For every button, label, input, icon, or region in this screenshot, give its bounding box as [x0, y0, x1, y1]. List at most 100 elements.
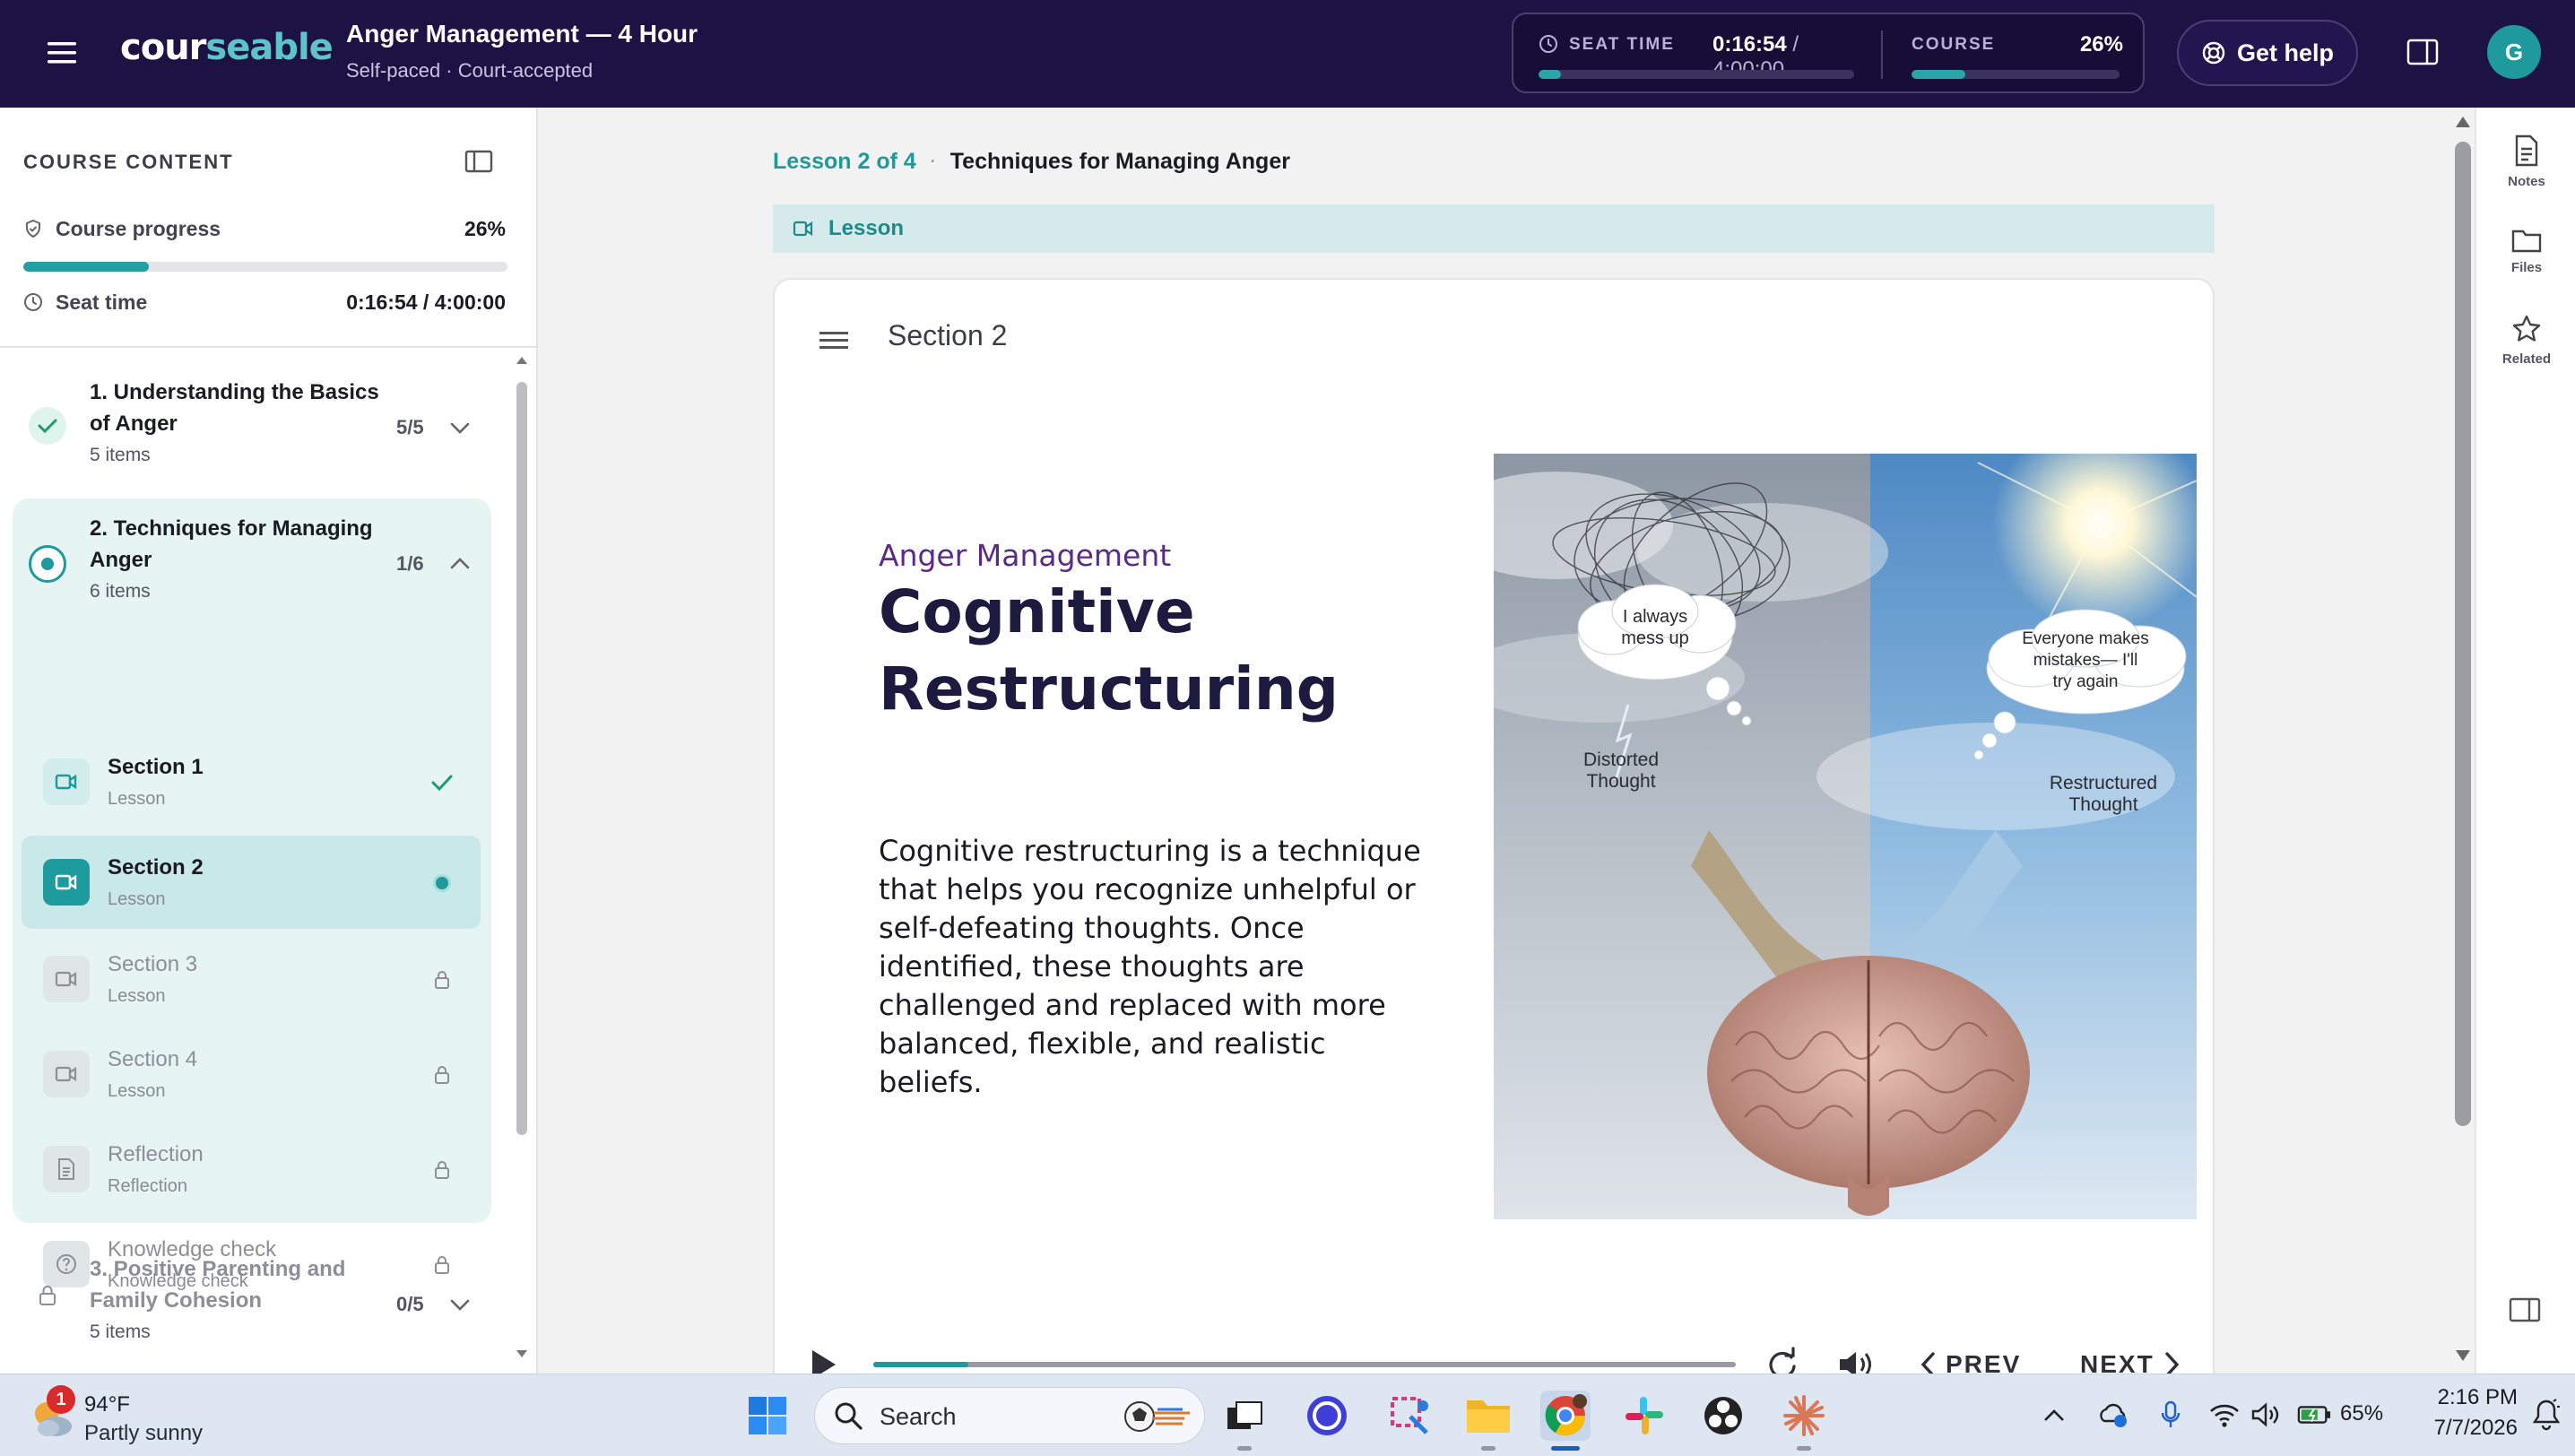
chevron-left-icon	[1920, 1352, 1935, 1374]
video-icon	[793, 221, 813, 237]
breadcrumb-lesson-link[interactable]: Lesson 2 of 4	[773, 149, 916, 175]
clock-time[interactable]: 2:16 PM	[2412, 1385, 2518, 1410]
lesson-type: Reflection	[108, 1176, 187, 1196]
chevron-down-icon[interactable]	[448, 1296, 472, 1313]
module-1[interactable]: 1. Understanding the Basics of Anger 5 i…	[13, 377, 491, 502]
lesson-item-section-3[interactable]: Section 3 Lesson	[22, 932, 481, 1026]
onedrive-icon[interactable]	[2096, 1398, 2130, 1432]
scroll-up-arrow[interactable]	[2455, 115, 2471, 129]
lesson-item-reflection[interactable]: Reflection Reflection	[22, 1122, 481, 1216]
module-progress: 5/5	[396, 416, 424, 438]
course-label: COURSE	[1912, 35, 1996, 54]
windows-icon	[749, 1397, 786, 1434]
right-tool-rail: Notes Files Related	[2475, 108, 2575, 1374]
sidebar-scroll-thumb[interactable]	[516, 382, 527, 1135]
weather-temperature: 94°F	[84, 1392, 130, 1417]
breadcrumb-current: Techniques for Managing Anger	[949, 149, 1290, 174]
seat-time-bar	[1539, 70, 1854, 79]
player-controls: PREV NEXT	[775, 1320, 2216, 1374]
seek-bar[interactable]	[873, 1362, 1736, 1367]
weather-widget[interactable]: 1 94°F Partly sunny	[23, 1383, 238, 1448]
prev-label: PREV	[1946, 1350, 2022, 1374]
speaker-icon[interactable]	[2249, 1398, 2283, 1432]
check-icon	[430, 771, 454, 794]
running-indicator-active	[1551, 1446, 1580, 1451]
play-icon[interactable]	[807, 1347, 839, 1374]
os-taskbar: 1 94°F Partly sunny Search 65% 2:16 PM 7…	[0, 1374, 2575, 1456]
panel-toggle-icon[interactable]	[2406, 38, 2439, 66]
notification-bell-icon[interactable]	[2530, 1398, 2562, 1432]
seat-time-fill	[1539, 70, 1561, 79]
course-bar	[1912, 70, 2120, 79]
lifebuoy-icon	[2202, 41, 2225, 65]
main-scroll-thumb[interactable]	[2455, 142, 2471, 1126]
slide-section-title: Section 2	[888, 319, 1008, 351]
running-indicator	[1237, 1446, 1252, 1451]
chevron-up-icon[interactable]	[448, 556, 472, 572]
avatar[interactable]: G	[2487, 25, 2541, 79]
in-progress-icon	[29, 545, 66, 583]
slack-icon	[1626, 1397, 1663, 1434]
clock-date[interactable]: 7/7/2026	[2403, 1416, 2518, 1441]
lesson-title: Section 2	[108, 855, 204, 880]
battery-icon[interactable]	[2297, 1398, 2331, 1432]
app-claude[interactable]	[1779, 1391, 1829, 1441]
menu-icon[interactable]	[45, 38, 79, 68]
seek-progress	[873, 1362, 968, 1367]
rail-files[interactable]: Files	[2476, 226, 2575, 275]
rail-related[interactable]: Related	[2476, 314, 2575, 367]
app-header: courseable Anger Management — 4 Hour Sel…	[0, 0, 2575, 108]
taskbar-search[interactable]: Search	[814, 1387, 1205, 1444]
rail-notes[interactable]: Notes	[2476, 134, 2575, 189]
weather-alert-badge: 1	[47, 1385, 75, 1414]
slide-body-text: Cognitive restructuring is a technique t…	[879, 834, 1421, 1099]
folder-icon	[2511, 230, 2542, 253]
next-button[interactable]: NEXT	[2080, 1343, 2181, 1374]
prev-button[interactable]: PREV	[1919, 1343, 2021, 1374]
app-snipping-tool[interactable]	[1384, 1391, 1435, 1441]
scroll-down-arrow[interactable]	[2455, 1348, 2471, 1363]
breadcrumb: Lesson 2 of 4 · Techniques for Managing …	[773, 149, 1290, 175]
volume-icon[interactable]	[1836, 1347, 1874, 1374]
course-title: Anger Management — 4 Hour	[346, 20, 698, 48]
app-circle[interactable]	[1302, 1391, 1352, 1441]
course-progress-bar	[23, 262, 507, 272]
metric-divider	[1881, 30, 1883, 79]
microphone-icon[interactable]	[2154, 1398, 2188, 1432]
app-obs[interactable]	[1698, 1391, 1748, 1441]
lesson-item-section-1[interactable]: Section 1 Lesson	[22, 735, 481, 828]
divider	[0, 346, 536, 348]
lesson-item-section-2[interactable]: Section 2 Lesson	[22, 836, 481, 929]
sidebar-heading: COURSE CONTENT	[23, 151, 234, 173]
lesson-item-section-4[interactable]: Section 4 Lesson	[22, 1027, 481, 1121]
slide-title: Cognitive Restructuring	[879, 577, 1340, 724]
slide-menu-icon[interactable]	[818, 328, 850, 353]
clock-icon	[24, 293, 42, 311]
module-3[interactable]: 3. Positive Parenting and Family Cohesio…	[13, 1239, 491, 1365]
brain-illustration: I always mess up Everyone makes mistakes— …	[1494, 454, 2197, 1219]
chrome-icon	[1545, 1394, 1587, 1435]
app-chrome[interactable]	[1540, 1391, 1591, 1441]
wifi-icon[interactable]	[2207, 1398, 2241, 1432]
chevron-down-icon[interactable]	[448, 420, 472, 436]
course-fill	[1912, 70, 1966, 79]
weather-description: Partly sunny	[84, 1421, 204, 1445]
tray-overflow-icon[interactable]	[2037, 1398, 2071, 1432]
replay-icon[interactable]	[1764, 1347, 1800, 1374]
app-slack[interactable]	[1619, 1391, 1669, 1441]
get-help-button[interactable]: Get help	[2177, 20, 2358, 86]
clock-icon	[1539, 35, 1557, 53]
text-line: mistakes— I'll	[2033, 651, 2138, 670]
task-view-button[interactable]	[1219, 1391, 1270, 1441]
module-2[interactable]: 2. Techniques for Managing Anger 6 items…	[13, 511, 491, 637]
video-icon	[43, 1051, 90, 1097]
start-button[interactable]	[742, 1391, 793, 1441]
circle-app-icon	[1307, 1396, 1347, 1435]
brand-logo[interactable]: courseable	[120, 27, 334, 68]
lesson-title: Section 4	[108, 1047, 198, 1071]
rail-files-label: Files	[2510, 260, 2543, 275]
sidebar-collapse-icon[interactable]	[464, 149, 493, 174]
app-file-explorer[interactable]	[1463, 1391, 1513, 1441]
module-title: 1. Understanding the Basics of Anger	[90, 380, 379, 436]
rail-collapse-icon[interactable]	[2509, 1296, 2541, 1323]
